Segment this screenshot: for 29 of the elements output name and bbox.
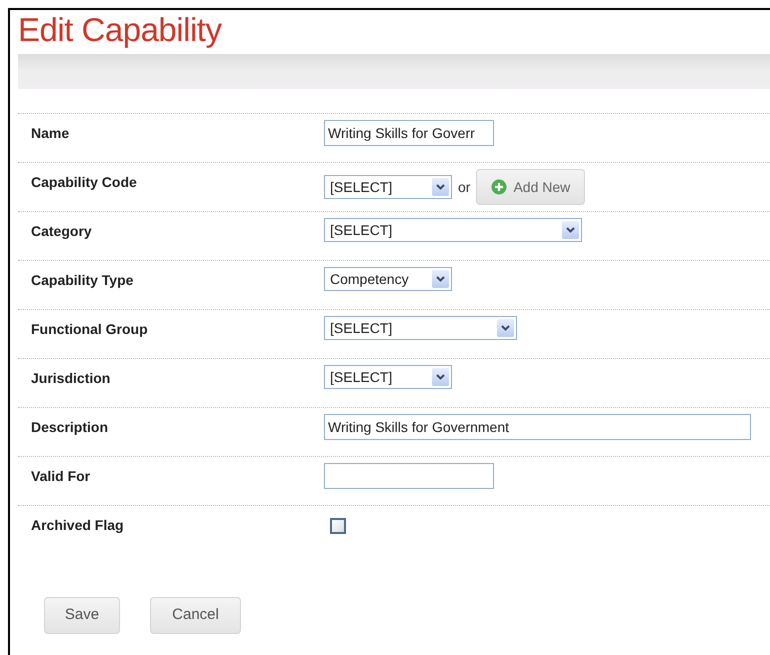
field-label: Archived Flag bbox=[30, 516, 125, 535]
page-title: Edit Capability bbox=[18, 12, 223, 48]
field-label: Jurisdiction bbox=[30, 369, 112, 388]
field-label: Name bbox=[30, 124, 70, 143]
field-label: Category bbox=[30, 222, 93, 241]
plus-circle-icon bbox=[491, 179, 508, 195]
field-label: Description bbox=[30, 418, 110, 437]
chevron-down-icon bbox=[562, 221, 579, 239]
save-button[interactable]: Save bbox=[44, 597, 120, 634]
text-field[interactable]: Writing Skills for Goverr bbox=[324, 120, 494, 146]
chevron-down-icon bbox=[432, 368, 449, 386]
field-label: Capability Code bbox=[30, 173, 138, 192]
select-field[interactable]: [SELECT] bbox=[324, 175, 452, 199]
checkbox[interactable] bbox=[330, 518, 346, 534]
field-label: Valid For bbox=[30, 467, 92, 486]
field-label: Capability Type bbox=[30, 271, 134, 290]
add-new-button[interactable]: Add New bbox=[476, 169, 586, 205]
select-field[interactable]: [SELECT] bbox=[324, 316, 517, 340]
cancel-button[interactable]: Cancel bbox=[150, 597, 241, 634]
text-field[interactable] bbox=[324, 463, 494, 489]
select-field[interactable]: Competency bbox=[324, 267, 452, 291]
field-label: Functional Group bbox=[30, 320, 149, 339]
select-field[interactable]: [SELECT] bbox=[324, 218, 582, 242]
text-field[interactable]: Writing Skills for Government bbox=[324, 414, 751, 440]
select-field[interactable]: [SELECT] bbox=[324, 365, 452, 389]
chevron-down-icon bbox=[432, 270, 449, 288]
chevron-down-icon bbox=[432, 178, 449, 196]
chevron-down-icon bbox=[497, 319, 514, 337]
or-text: or bbox=[458, 178, 470, 196]
